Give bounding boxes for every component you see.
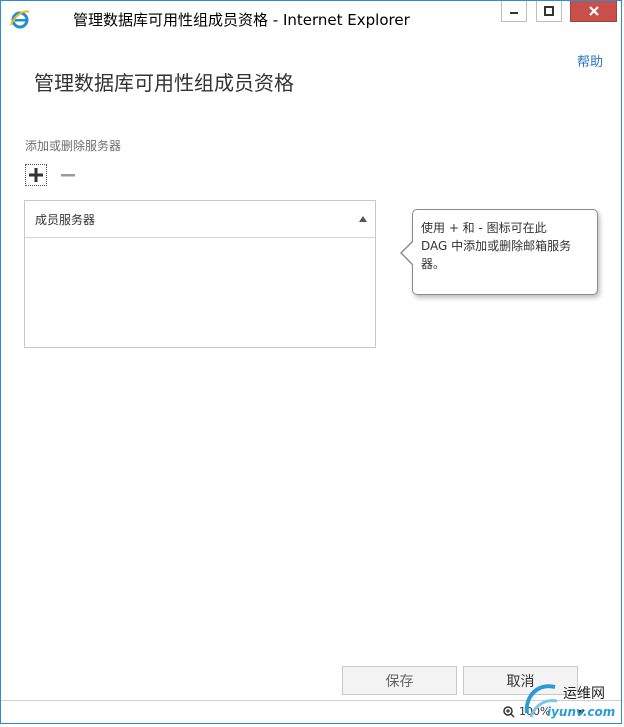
window-title: 管理数据库可用性组成员资格 - Internet Explorer	[73, 11, 410, 29]
help-link[interactable]: 帮助	[577, 51, 603, 70]
save-button[interactable]: 保存	[342, 666, 457, 695]
zoom-icon	[503, 706, 515, 718]
remove-server-button[interactable]	[57, 164, 79, 186]
member-servers-column-header[interactable]: 成员服务器	[25, 201, 375, 238]
help-tooltip: 使用 + 和 - 图标可在此 DAG 中添加或删除邮箱服务 器。	[400, 209, 598, 295]
watermark-logo: 运维网 iyunv.com	[521, 677, 624, 727]
maximize-button[interactable]	[536, 1, 562, 22]
watermark-name: 运维网	[563, 686, 605, 702]
page-title: 管理数据库可用性组成员资格	[34, 71, 294, 95]
column-header-label: 成员服务器	[35, 213, 96, 227]
maximize-icon	[544, 6, 554, 16]
add-server-button[interactable]	[25, 164, 47, 186]
close-button[interactable]	[570, 1, 617, 22]
browser-window: 管理数据库可用性组成员资格 - Internet Explorer 帮助 管理数…	[0, 0, 622, 724]
minus-icon	[61, 174, 75, 177]
title-bar: 管理数据库可用性组成员资格 - Internet Explorer	[1, 1, 621, 35]
minimize-icon	[510, 12, 518, 14]
sort-ascending-icon	[359, 216, 367, 222]
add-remove-servers-label: 添加或删除服务器	[25, 139, 122, 153]
watermark-url: iyunv.com	[547, 705, 616, 719]
internet-explorer-icon	[10, 10, 30, 29]
minimize-button[interactable]	[501, 1, 527, 22]
close-icon	[588, 6, 599, 16]
plus-icon	[29, 168, 43, 182]
member-servers-list[interactable]: 成员服务器	[24, 200, 376, 348]
tooltip-text: 使用 + 和 - 图标可在此 DAG 中添加或删除邮箱服务 器。	[421, 221, 572, 271]
